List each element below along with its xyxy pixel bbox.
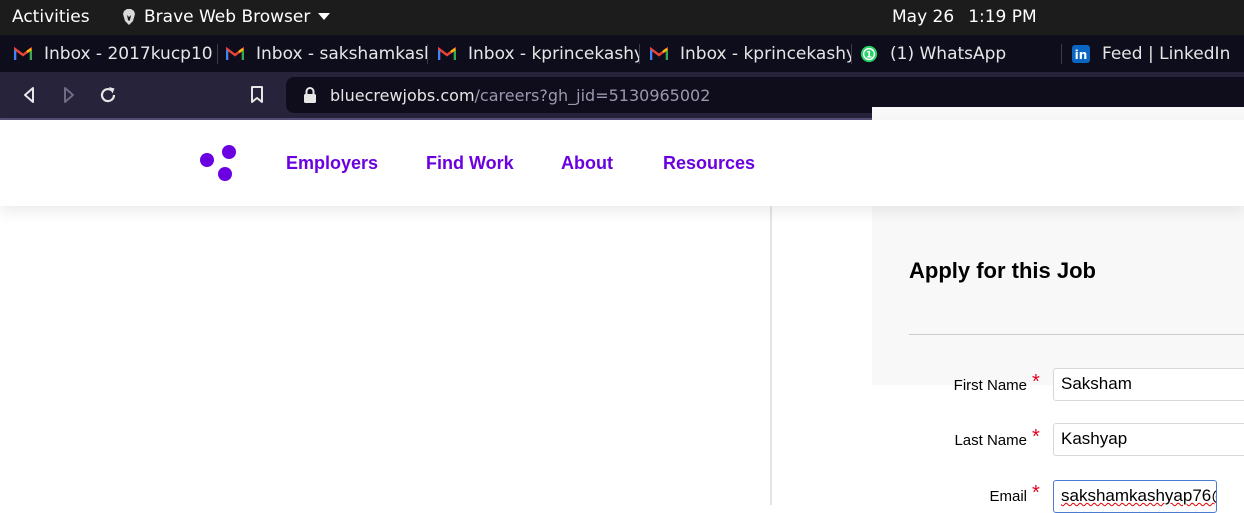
nav-find-work[interactable]: Find Work — [426, 153, 514, 174]
site-header: Employers Find Work About Resources — [0, 120, 1244, 206]
tab-linkedin[interactable]: in Feed | LinkedIn — [1072, 35, 1244, 72]
logo-dot — [218, 167, 232, 181]
whatsapp-icon: 1 — [860, 45, 878, 62]
url-path: /careers?gh_jid=5130965002 — [474, 85, 711, 105]
back-arrow-icon — [24, 87, 34, 103]
bookmark-button[interactable] — [246, 84, 268, 106]
tab-label: Inbox - 2017kucp10 — [44, 43, 213, 64]
required-marker: * — [1032, 426, 1040, 448]
bookmark-icon — [251, 86, 263, 103]
tab-separator — [639, 44, 640, 64]
back-button[interactable] — [18, 84, 40, 106]
lock-icon — [304, 87, 316, 103]
email-value: sakshamkashyap76@ — [1061, 486, 1217, 505]
nav-about[interactable]: About — [561, 153, 613, 174]
first-name-label: First Name — [953, 377, 1027, 394]
tab-gmail-4[interactable]: Inbox - kprincekashy — [650, 35, 852, 72]
tab-separator — [427, 44, 428, 64]
gmail-icon — [438, 46, 456, 62]
first-name-input[interactable]: Saksham — [1053, 368, 1244, 401]
form-divider — [909, 334, 1244, 335]
clock-date: May 26 — [892, 7, 955, 27]
gmail-icon — [14, 46, 32, 62]
tab-label: (1) WhatsApp — [890, 43, 1007, 64]
app-menu[interactable]: Brave Web Browser — [122, 7, 331, 27]
tab-label: Inbox - sakshamkash — [256, 43, 428, 64]
form-title: Apply for this Job — [909, 258, 1096, 283]
tab-separator — [1061, 44, 1062, 64]
last-name-input[interactable]: Kashyap — [1053, 423, 1244, 456]
tab-label: Inbox - kprincekashy — [680, 43, 852, 64]
job-description-pane — [0, 206, 771, 505]
forward-arrow-icon — [64, 87, 74, 103]
url-text: bluecrewjobs.com/careers?gh_jid=51309650… — [330, 86, 710, 105]
reload-button[interactable] — [97, 84, 119, 106]
system-top-bar: Activities Brave Web Browser May 26 1:19… — [0, 0, 1244, 35]
tab-strip: Inbox - 2017kucp10 Inbox - sakshamkash I… — [0, 35, 1244, 72]
url-domain: bluecrewjobs.com — [330, 85, 475, 105]
chevron-down-icon — [318, 13, 331, 20]
tab-gmail-2[interactable]: Inbox - sakshamkash — [226, 35, 428, 72]
svg-text:1: 1 — [866, 50, 872, 60]
nav-resources[interactable]: Resources — [663, 153, 755, 174]
brave-lion-icon — [123, 9, 135, 25]
linkedin-icon: in — [1072, 44, 1090, 63]
gmail-icon — [650, 46, 668, 62]
app-name: Brave Web Browser — [144, 7, 311, 27]
gmail-icon — [226, 46, 244, 62]
logo-dot — [200, 153, 214, 167]
last-name-label: Last Name — [954, 432, 1027, 449]
forward-button[interactable] — [58, 84, 80, 106]
required-marker: * — [1032, 371, 1040, 393]
clock[interactable]: May 26 1:19 PM — [892, 7, 1037, 27]
email-label: Email — [989, 488, 1027, 505]
clock-time: 1:19 PM — [968, 7, 1037, 27]
nav-employers[interactable]: Employers — [286, 153, 378, 174]
tab-separator — [217, 44, 218, 64]
activities-button[interactable]: Activities — [12, 7, 90, 27]
bluecrew-logo[interactable] — [200, 145, 240, 185]
logo-dot — [222, 145, 236, 159]
svg-text:in: in — [1075, 48, 1088, 62]
tab-gmail-3[interactable]: Inbox - kprincekashy — [438, 35, 640, 72]
tab-label: Feed | LinkedIn — [1102, 43, 1231, 64]
tab-separator — [851, 44, 852, 64]
email-input[interactable]: sakshamkashyap76@ — [1053, 480, 1217, 513]
required-marker: * — [1032, 482, 1040, 504]
tab-label: Inbox - kprincekashy — [468, 43, 640, 64]
tab-gmail-1[interactable]: Inbox - 2017kucp10 — [14, 35, 218, 72]
reload-icon — [100, 87, 116, 103]
tab-whatsapp[interactable]: 1 (1) WhatsApp — [860, 35, 1062, 72]
